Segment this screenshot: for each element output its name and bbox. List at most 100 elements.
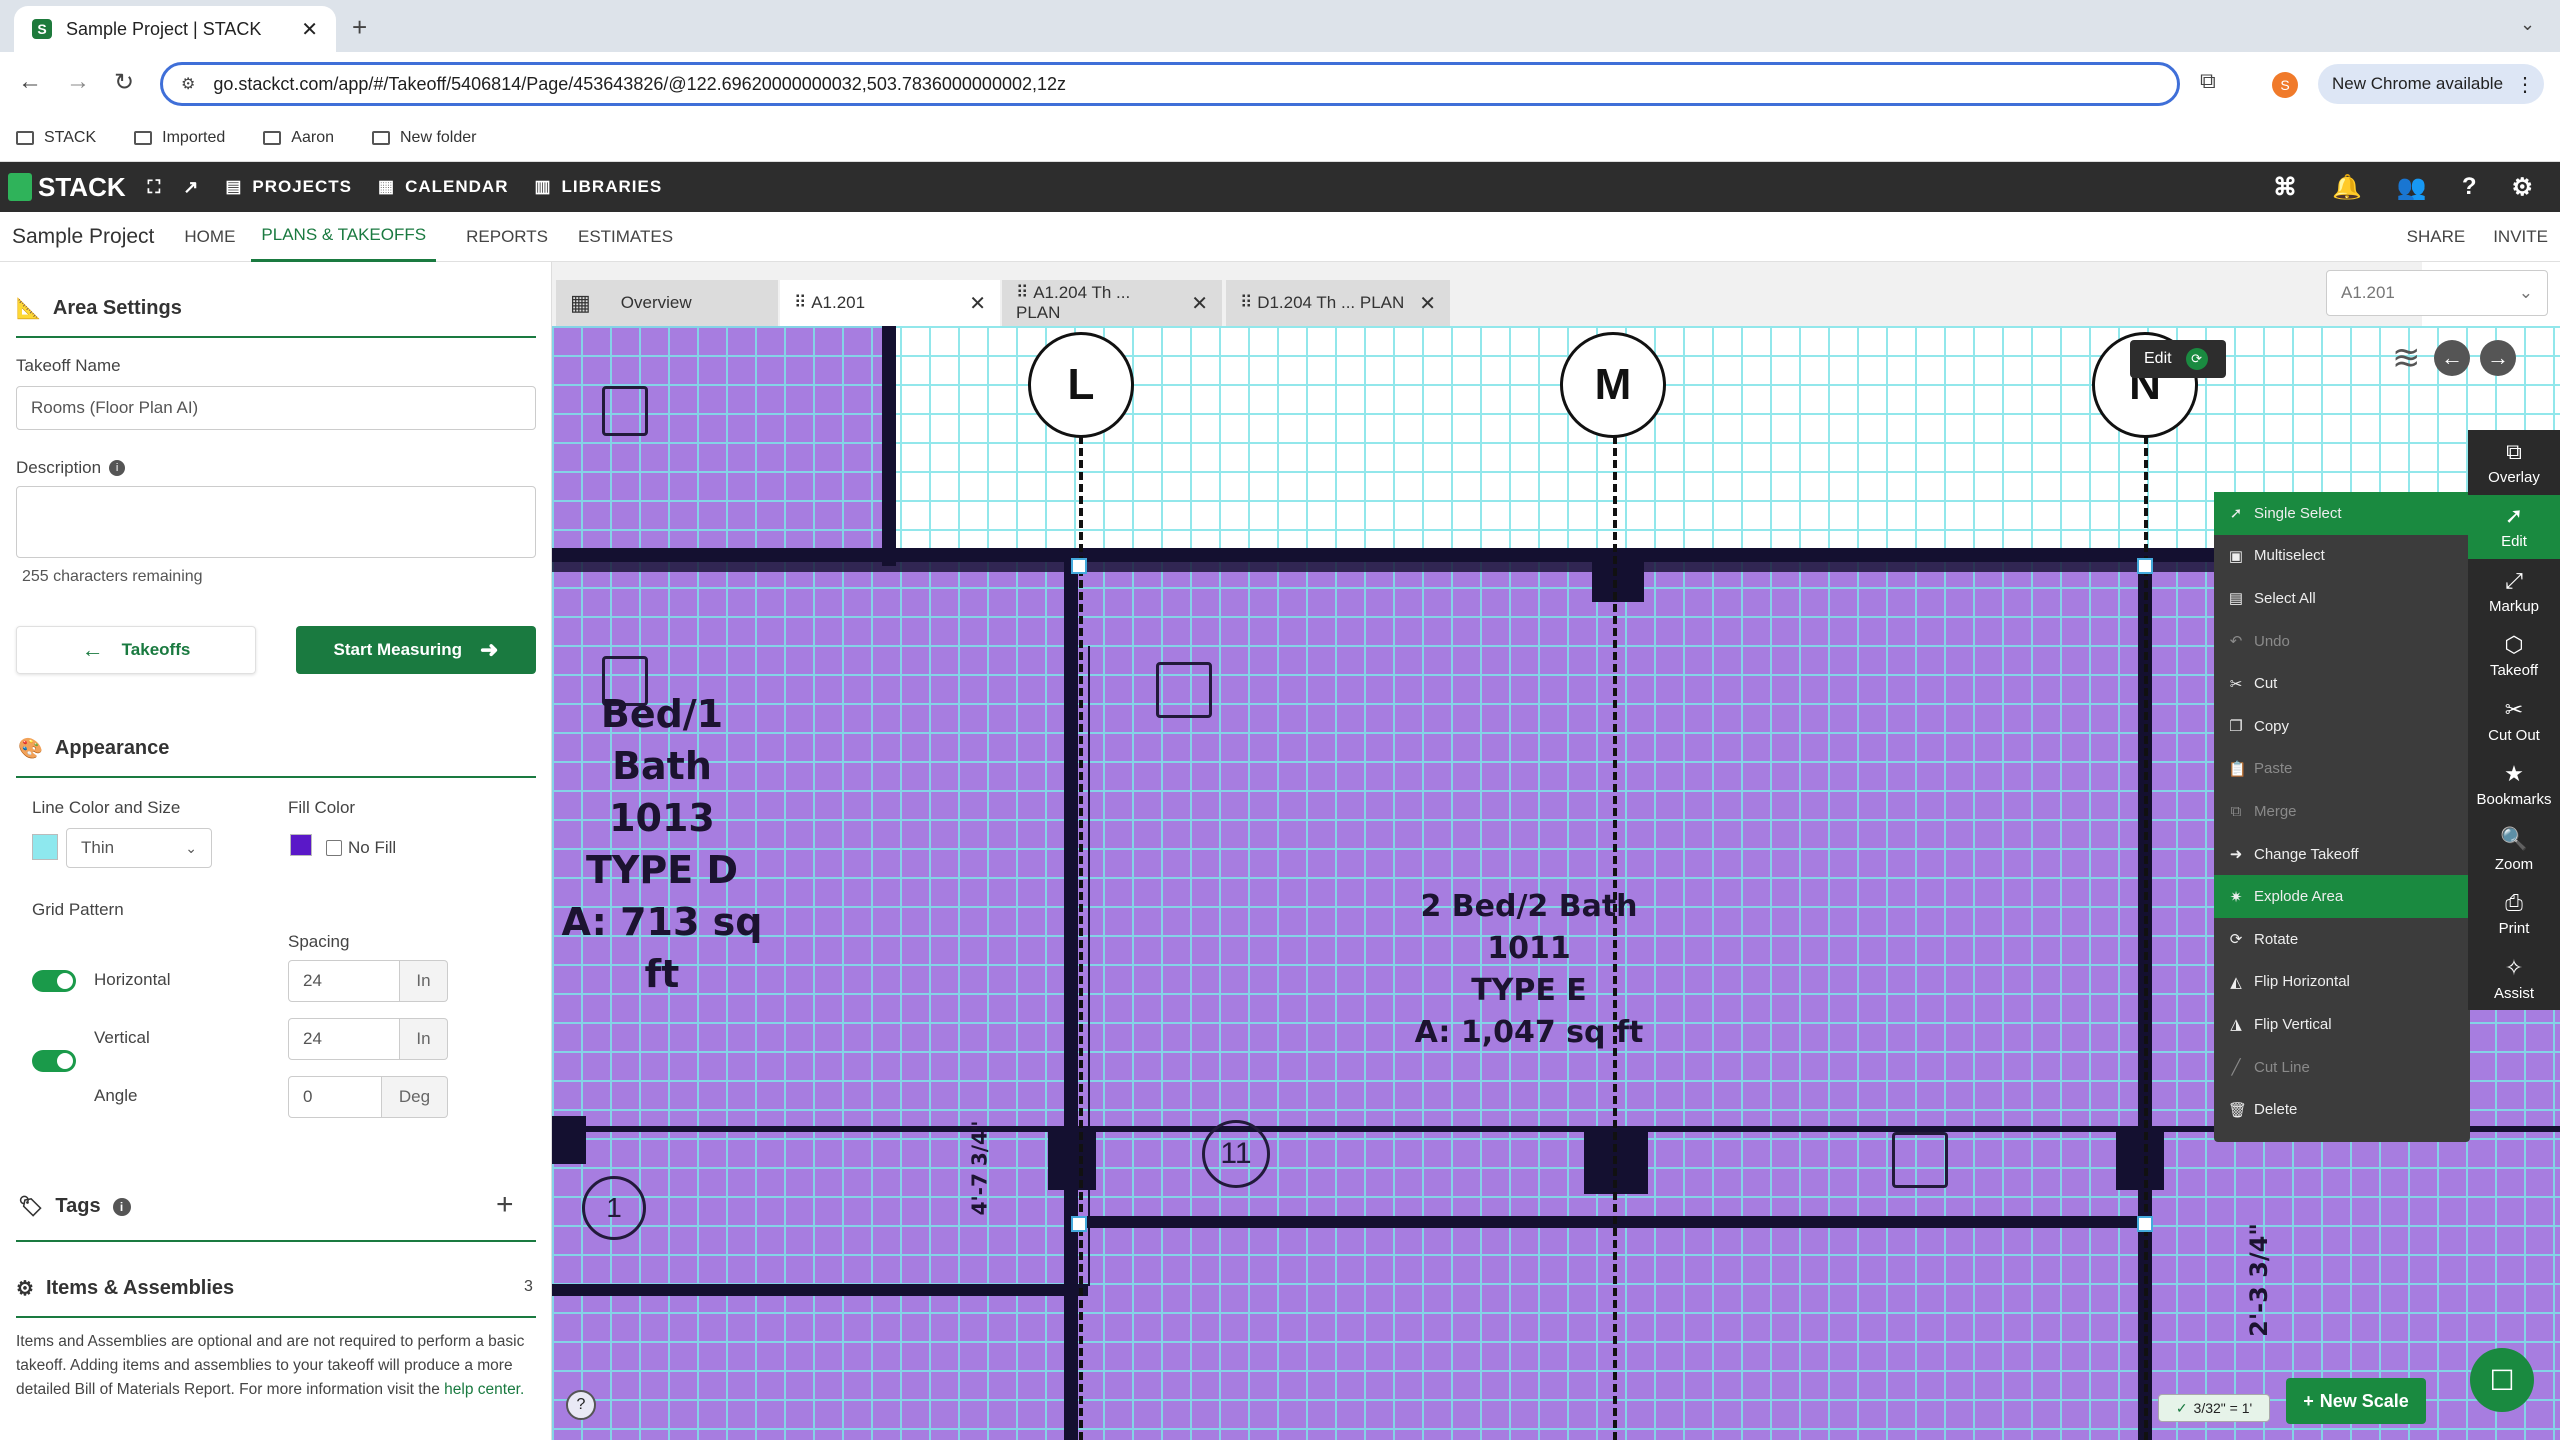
tool-label: Takeoff <box>2489 662 2539 680</box>
tool-overlay[interactable]: ⧉ Overlay <box>2468 430 2560 495</box>
tool-takeoff[interactable]: ⬡ Takeoff <box>2468 624 2560 689</box>
tool-edit[interactable]: ➚ Edit <box>2468 494 2560 559</box>
tool-print[interactable]: ⎙ Print <box>2468 882 2560 947</box>
subnav-reports[interactable]: REPORTS <box>466 212 548 262</box>
grid-line <box>1079 436 1083 1440</box>
menu-item-explode-area[interactable]: ✷ Explode Area <box>2214 875 2470 918</box>
tool-assist[interactable]: ✧ Assist <box>2468 946 2560 1011</box>
prev-page-icon[interactable]: ← <box>2434 340 2470 376</box>
no-fill-checkbox[interactable] <box>326 840 342 856</box>
profile-avatar[interactable]: S <box>2272 72 2298 98</box>
extensions-icon[interactable]: ⧉ <box>2200 68 2216 94</box>
share-link[interactable]: SHARE <box>2407 227 2466 247</box>
menu-item-rotate[interactable]: ⟳ Rotate <box>2214 918 2470 961</box>
takeoffs-back-button[interactable]: ← Takeoffs <box>16 626 256 674</box>
menu-item-flip-horizontal[interactable]: ◭ Flip Horizontal <box>2214 961 2470 1004</box>
tool-markup[interactable]: ⤢ Markup <box>2468 559 2560 624</box>
description-textarea[interactable] <box>16 486 536 558</box>
external-link-icon[interactable]: ↗ <box>183 177 199 198</box>
selection-handle[interactable] <box>2137 558 2153 574</box>
next-page-icon[interactable]: → <box>2480 340 2516 376</box>
new-tab-icon[interactable]: + <box>352 12 367 43</box>
menu-item-cut[interactable]: ✂ Cut <box>2214 662 2470 705</box>
back-icon[interactable]: ← <box>18 68 42 96</box>
tool-cut-out[interactable]: ✂ Cut Out <box>2468 688 2560 753</box>
doc-tab-a1-201[interactable]: ⠿ A1.201 ✕ <box>780 280 1000 326</box>
horizontal-spacing-input[interactable]: 24 <box>288 960 400 1002</box>
gift-icon[interactable]: ⌘ <box>2273 173 2298 202</box>
subnav-home[interactable]: HOME <box>184 212 235 262</box>
info-icon[interactable]: i <box>112 1197 131 1216</box>
scale-indicator[interactable]: ✓ 3/32" = 1' <box>2158 1394 2270 1422</box>
selection-handle[interactable] <box>1071 1216 1087 1232</box>
subnav-estimates[interactable]: ESTIMATES <box>578 212 673 262</box>
vertical-toggle[interactable] <box>32 1050 76 1072</box>
menu-item-delete[interactable]: 🗑 Delete <box>2214 1088 2470 1131</box>
account-settings-icon[interactable]: ⚙ <box>2511 173 2534 202</box>
bookmark-stack[interactable]: STACK <box>16 129 96 147</box>
reload-icon[interactable]: ↻ <box>114 68 134 97</box>
layers-icon[interactable]: ≋ <box>2392 338 2421 378</box>
page-select[interactable]: A1.201 ⌄ <box>2326 270 2548 316</box>
vertical-spacing-input[interactable]: 24 <box>288 1018 400 1060</box>
menu-item-select-all[interactable]: ▤ Select All <box>2214 577 2470 620</box>
users-icon[interactable]: 👥 <box>2397 173 2428 202</box>
wall <box>1592 562 1644 602</box>
close-tab-icon[interactable]: ✕ <box>969 291 986 316</box>
tab-search-icon[interactable]: ⌄ <box>2520 14 2535 35</box>
help-center-link[interactable]: help center. <box>444 1381 524 1398</box>
takeoff-name-input[interactable]: Rooms (Floor Plan AI) <box>16 386 536 430</box>
chevron-down-icon: ⌄ <box>2518 283 2533 302</box>
fullscreen-icon[interactable]: ⛶ <box>148 177 162 198</box>
info-icon[interactable]: i <box>109 460 126 476</box>
selection-handle[interactable] <box>1071 558 1087 574</box>
invite-link[interactable]: INVITE <box>2493 227 2548 247</box>
site-info-icon[interactable]: ⚙ <box>181 74 195 94</box>
help-icon[interactable]: ? <box>2462 173 2478 201</box>
tool-label: Assist <box>2493 984 2534 1002</box>
help-circle-icon[interactable]: ? <box>566 1390 596 1420</box>
close-tab-icon[interactable]: ✕ <box>1419 291 1436 316</box>
nav-projects[interactable]: ▤ PROJECTS <box>225 177 352 197</box>
room-1011-label: 2 Bed/2 Bath 1011 TYPE E A: 1,047 sq ft <box>1414 886 1644 1054</box>
fill-color-swatch[interactable] <box>290 834 312 856</box>
close-tab-icon[interactable]: ✕ <box>1191 291 1208 316</box>
menu-item-flip-vertical[interactable]: ◮ Flip Vertical <box>2214 1003 2470 1046</box>
tool-bookmarks[interactable]: ★ Bookmarks <box>2468 753 2560 818</box>
menu-item-copy[interactable]: ❐ Copy <box>2214 705 2470 748</box>
subnav-plans-takeoffs[interactable]: PLANS & TAKEOFFS <box>251 212 437 262</box>
add-tag-icon[interactable]: + <box>496 1188 514 1222</box>
horizontal-toggle[interactable] <box>32 970 76 992</box>
bookmark-imported[interactable]: Imported <box>134 129 225 147</box>
start-measuring-button[interactable]: Start Measuring ➜ <box>296 626 536 674</box>
room-type: TYPE E <box>1471 973 1587 1008</box>
chrome-menu-icon[interactable]: ⋮ <box>2515 72 2535 97</box>
tool-zoom[interactable]: 🔍 Zoom <box>2468 817 2560 882</box>
selection-handle[interactable] <box>2137 1216 2153 1232</box>
new-scale-button[interactable]: + New Scale <box>2286 1378 2426 1424</box>
nav-calendar[interactable]: ▦ CALENDAR <box>378 177 508 197</box>
line-size-select[interactable]: Thin ⌄ <box>66 828 212 868</box>
line-color-swatch[interactable] <box>32 834 58 860</box>
new-chrome-button[interactable]: New Chrome available ⋮ <box>2318 64 2544 104</box>
menu-item-single-select[interactable]: ➚ Single Select <box>2214 492 2470 535</box>
browser-tab[interactable]: S Sample Project | STACK ✕ <box>14 6 336 52</box>
chat-bubble-icon[interactable]: ☐ <box>2470 1348 2534 1412</box>
angle-input[interactable]: 0 <box>288 1076 382 1118</box>
doc-tab-a1-204[interactable]: ⠿ A1.204 Th ... PLAN ✕ <box>1002 280 1222 326</box>
stack-logo[interactable]: STACK <box>8 172 126 203</box>
forward-icon[interactable]: → <box>66 68 90 96</box>
overview-tab[interactable]: ▦ Overview <box>556 280 778 326</box>
menu-item-multiselect[interactable]: ▣ Multiselect <box>2214 535 2470 578</box>
edit-tooltip[interactable]: Edit ⟳ <box>2130 340 2226 378</box>
menu-item-change-takeoff[interactable]: ➜ Change Takeoff <box>2214 833 2470 876</box>
bookmark-label: Aaron <box>291 128 334 146</box>
doc-tab-d1-204[interactable]: ⠿ D1.204 Th ... PLAN ✕ <box>1226 280 1450 326</box>
bookmark-new-folder[interactable]: New folder <box>372 129 476 147</box>
notification-bell-icon[interactable]: 🔔 <box>2332 173 2363 202</box>
doc-tab-label: A1.201 <box>811 293 866 312</box>
address-bar[interactable]: ⚙ go.stackct.com/app/#/Takeoff/5406814/P… <box>160 62 2180 106</box>
bookmark-aaron[interactable]: Aaron <box>263 129 334 147</box>
nav-libraries[interactable]: ▥ LIBRARIES <box>534 177 662 197</box>
close-tab-icon[interactable]: ✕ <box>301 17 318 42</box>
